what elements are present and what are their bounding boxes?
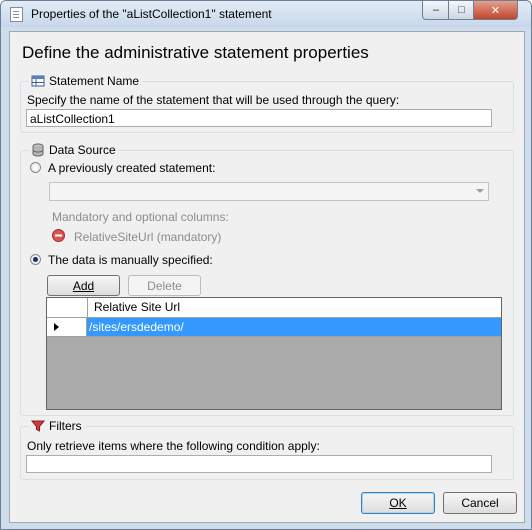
title-bar[interactable]: Properties of the "aListCollection1" sta…	[1, 1, 531, 27]
manual-data-label[interactable]: The data is manually specified:	[48, 253, 213, 267]
page-title: Define the administrative statement prop…	[22, 43, 369, 62]
cancel-button[interactable]: Cancel	[443, 492, 517, 514]
mandatory-column-label: RelativeSiteUrl (mandatory)	[74, 230, 222, 244]
statement-select[interactable]	[49, 182, 489, 201]
delete-button[interactable]: Delete	[128, 275, 201, 296]
ok-button[interactable]: OK	[361, 492, 435, 514]
current-row-icon	[54, 323, 59, 331]
add-button[interactable]: Add	[47, 275, 120, 296]
maximize-icon: □	[458, 4, 465, 16]
data-source-group-label: Data Source	[49, 143, 116, 157]
previous-statement-label[interactable]: A previously created statement:	[48, 161, 215, 175]
filter-icon	[31, 420, 45, 432]
maximize-button[interactable]: □	[448, 1, 475, 20]
row-header-corner	[47, 298, 88, 317]
filters-field-label: Only retrieve items where the following …	[27, 439, 320, 453]
row-selector[interactable]	[47, 318, 87, 337]
document-icon	[10, 7, 23, 22]
previous-statement-radio[interactable]	[30, 162, 41, 173]
mandatory-icon	[52, 229, 65, 242]
statement-name-group-label: Statement Name	[49, 74, 140, 88]
filter-condition-input[interactable]	[26, 455, 492, 473]
statement-name-field-label: Specify the name of the statement that w…	[27, 93, 400, 107]
grid-cell-relative-site-url[interactable]: /sites/ersdedemo/	[87, 318, 501, 337]
database-icon	[32, 143, 44, 157]
properties-dialog: Properties of the "aListCollection1" sta…	[0, 0, 532, 530]
chevron-down-icon	[476, 189, 484, 193]
statement-name-input[interactable]: aListCollection1	[26, 109, 492, 127]
close-icon: ✕	[490, 4, 501, 17]
table-row[interactable]: /sites/ersdedemo/	[47, 318, 501, 337]
column-header-relative-site-url[interactable]: Relative Site Url	[88, 298, 501, 317]
close-button[interactable]: ✕	[473, 1, 518, 20]
grid-header: Relative Site Url	[47, 298, 501, 318]
window-title: Properties of the "aListCollection1" sta…	[31, 7, 272, 21]
filters-group-label: Filters	[49, 419, 82, 433]
columns-label: Mandatory and optional columns:	[52, 210, 229, 224]
minimize-icon: –	[432, 4, 440, 16]
minimize-button[interactable]: –	[422, 1, 450, 20]
manual-data-radio[interactable]	[30, 254, 41, 265]
dialog-body: Define the administrative statement prop…	[9, 31, 525, 523]
table-icon	[31, 75, 45, 87]
data-grid[interactable]: Relative Site Url /sites/ersdedemo/	[46, 297, 502, 410]
